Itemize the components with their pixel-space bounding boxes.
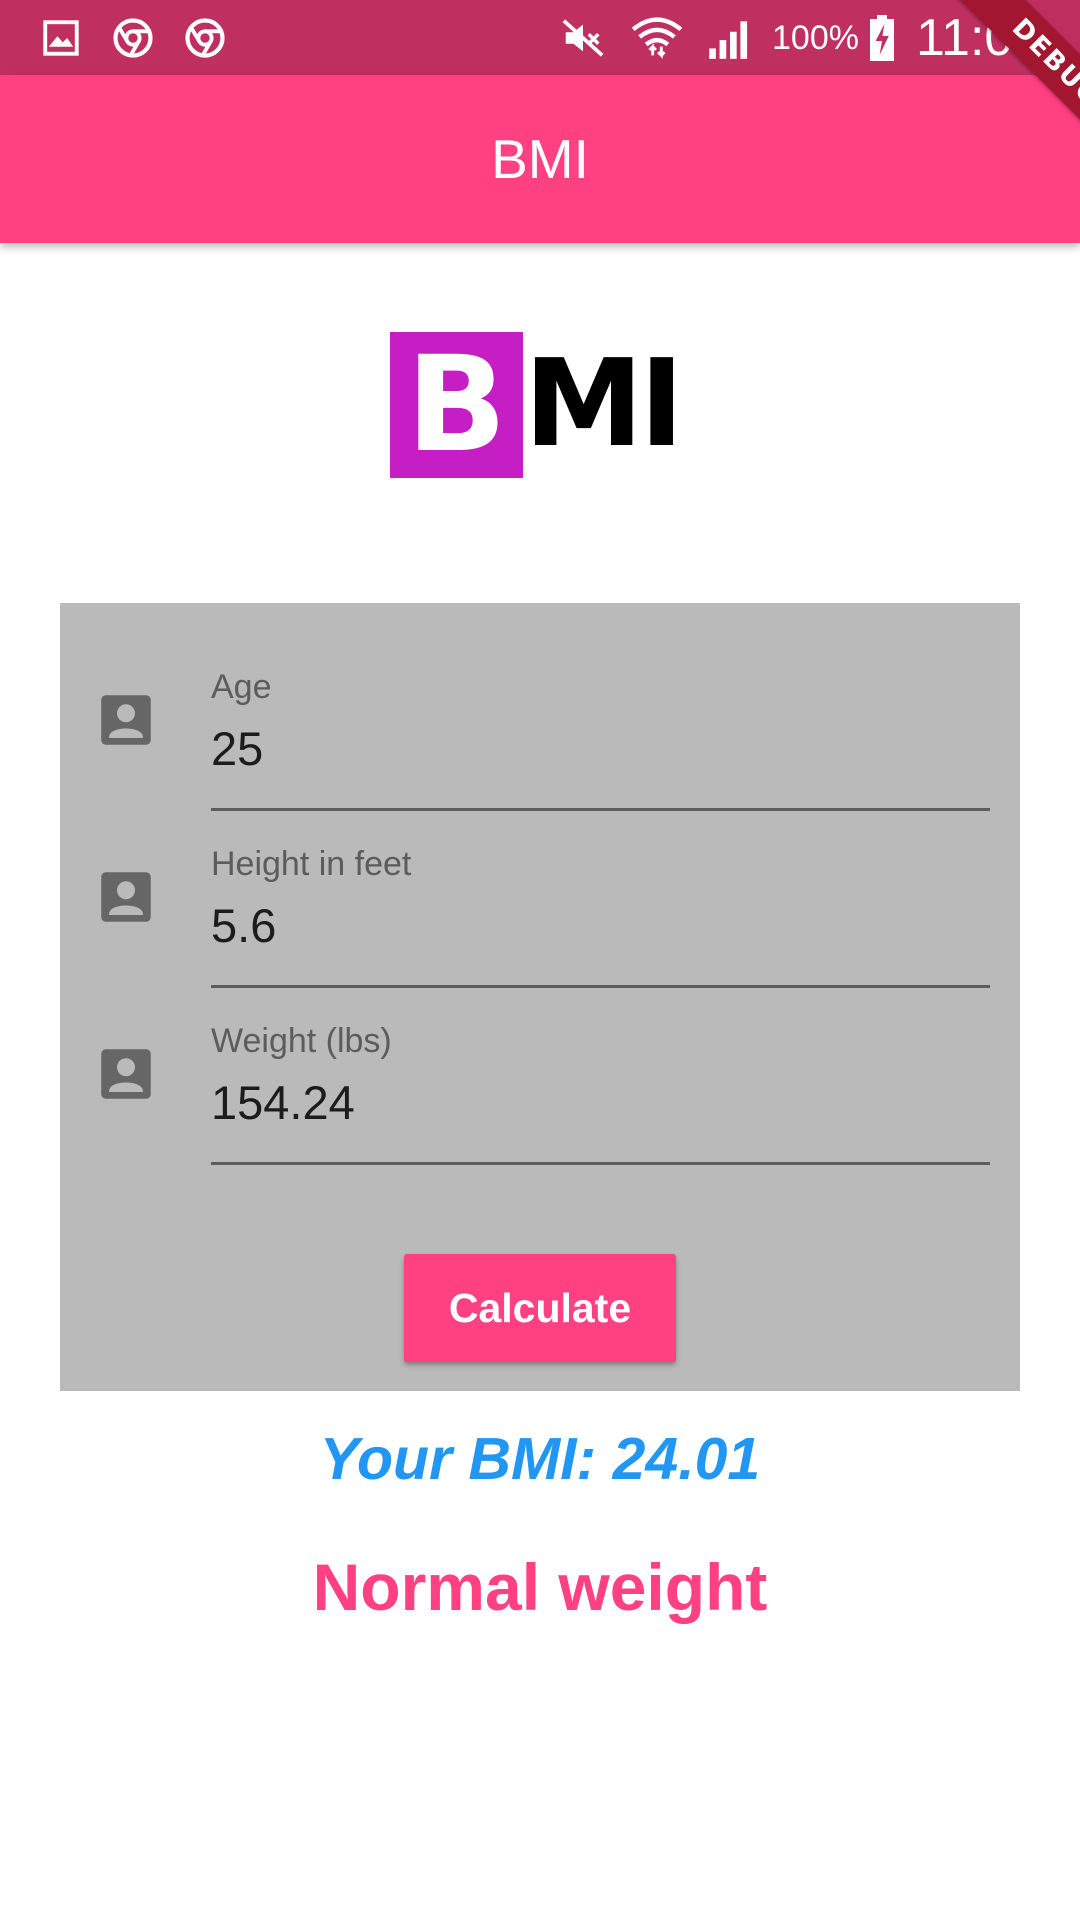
weight-field[interactable]: Weight (lbs) 154.24 <box>60 957 1020 1165</box>
age-label: Age <box>211 668 272 706</box>
gallery-icon <box>38 15 84 61</box>
height-label: Height in feet <box>211 845 412 883</box>
logo-letters-mi: MI <box>524 335 684 474</box>
bmi-logo: B MI <box>390 332 690 478</box>
bmi-form-card: Age 25 Height in feet 5.6 Weight (lbs) 1… <box>60 603 1020 1391</box>
bmi-category-text: Normal weight <box>312 1550 768 1624</box>
status-bar: 100% 11:09 <box>0 0 1080 75</box>
weight-underline <box>211 1162 990 1165</box>
wifi-icon <box>630 15 684 61</box>
age-input[interactable]: 25 <box>211 721 263 776</box>
person-icon <box>99 693 153 747</box>
battery-percent: 100% <box>772 19 859 57</box>
person-icon <box>99 1047 153 1101</box>
chrome-icon <box>110 15 156 61</box>
app-bar: BMI <box>0 75 1080 243</box>
age-field[interactable]: Age 25 <box>60 603 1020 811</box>
screen: 100% 11:09 DEBUG BMI B MI Age 25 Height … <box>0 0 1080 1920</box>
chrome-icon <box>182 15 228 61</box>
calculate-button[interactable]: Calculate <box>404 1254 676 1362</box>
height-input[interactable]: 5.6 <box>211 898 276 953</box>
page-title: BMI <box>491 128 589 190</box>
person-icon <box>99 870 153 924</box>
height-field[interactable]: Height in feet 5.6 <box>60 780 1020 988</box>
signal-icon <box>704 15 756 61</box>
weight-label: Weight (lbs) <box>211 1022 392 1060</box>
logo-letter-b: B <box>390 332 523 478</box>
weight-input[interactable]: 154.24 <box>211 1075 355 1130</box>
battery-charging-icon <box>866 15 898 61</box>
bmi-result-text: Your BMI: 24.01 <box>319 1426 761 1492</box>
mute-icon <box>558 15 608 61</box>
